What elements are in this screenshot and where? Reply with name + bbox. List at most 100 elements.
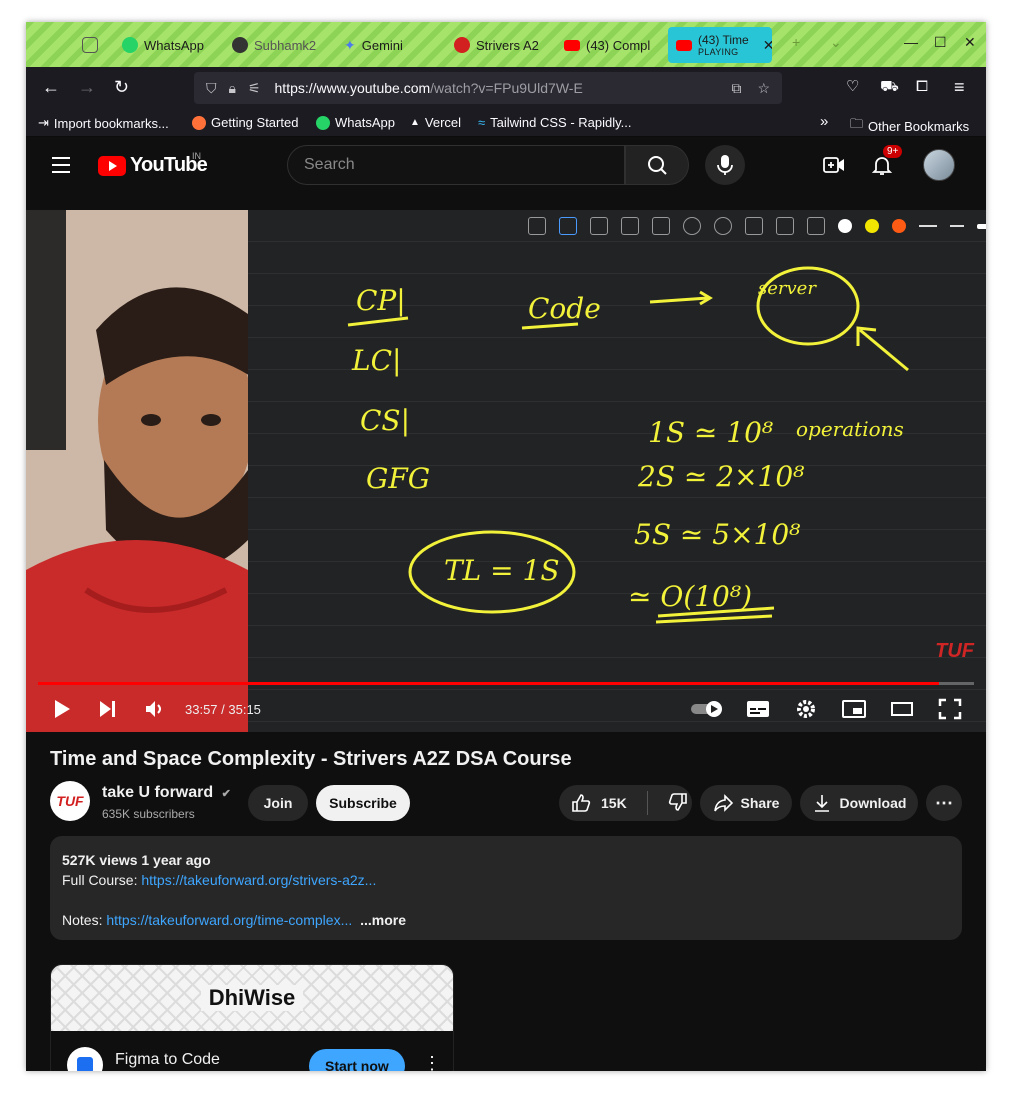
next-icon[interactable] bbox=[98, 698, 118, 720]
navigation-bar: ← → ↻ ⛉ 🔒︎ ⚟ https://www.youtube.com/wat… bbox=[26, 67, 986, 109]
channel-name-text: take U forward bbox=[102, 784, 214, 801]
voice-search-button[interactable] bbox=[705, 145, 745, 185]
board-text-cp: CP| bbox=[356, 284, 406, 317]
minimize-icon[interactable]: — bbox=[904, 34, 918, 50]
extensions-icon[interactable]: ⧠ bbox=[916, 77, 928, 97]
search-icon bbox=[648, 156, 667, 175]
sponsored-ad-card[interactable]: DhiWise Figma to Code Start now ⋮ bbox=[50, 964, 454, 1071]
tab-active-video[interactable]: (43) Time PLAYING ✕ bbox=[668, 27, 772, 63]
bookmark-import[interactable]: ⇥ Import bookmarks... bbox=[38, 115, 169, 131]
channel-logo[interactable]: TUF bbox=[50, 781, 90, 821]
firefox-icon bbox=[192, 115, 206, 130]
gemini-icon: ✦ bbox=[344, 36, 356, 53]
youtube-logo[interactable]: YouTube bbox=[98, 154, 208, 177]
import-icon: ⇥ bbox=[38, 115, 49, 130]
pocket-icon[interactable]: ♡ bbox=[846, 77, 859, 97]
guide-menu-icon[interactable] bbox=[52, 157, 70, 178]
thumbs-down-icon bbox=[668, 792, 687, 811]
subscribe-button[interactable]: Subscribe bbox=[316, 785, 410, 821]
url-bar[interactable]: ⛉ 🔒︎ ⚟ https://www.youtube.com/watch?v=F… bbox=[194, 72, 782, 104]
search-input[interactable]: Search bbox=[287, 145, 625, 185]
tab-github[interactable]: Subhamk2 bbox=[232, 30, 324, 60]
close-window-icon[interactable]: ✕ bbox=[964, 34, 976, 51]
tailwind-icon: ≈ bbox=[478, 115, 486, 130]
video-title: Time and Space Complexity - Strivers A2Z… bbox=[50, 748, 572, 770]
full-course-link[interactable]: https://takeuforward.org/strivers-a2z... bbox=[141, 872, 376, 888]
full-course-line: Full Course: https://takeuforward.org/st… bbox=[62, 870, 950, 890]
tab-gemini[interactable]: ✦ Gemini bbox=[344, 30, 434, 60]
board-text-cs: CS| bbox=[360, 404, 410, 437]
progress-bar[interactable] bbox=[38, 682, 974, 685]
back-icon[interactable]: ← bbox=[42, 77, 60, 97]
autoplay-toggle-icon[interactable] bbox=[690, 698, 726, 720]
bookmark-star-icon[interactable]: ☆ bbox=[757, 80, 770, 97]
maximize-icon[interactable]: ☐ bbox=[934, 34, 947, 51]
tab-whatsapp[interactable]: WhatsApp bbox=[122, 30, 222, 60]
tab-label: (43) Compl bbox=[586, 37, 651, 53]
tab-label: Gemini bbox=[361, 37, 403, 53]
like-button[interactable]: 15K bbox=[571, 793, 627, 813]
youtube-icon bbox=[676, 39, 692, 51]
more-bookmarks-icon[interactable]: » bbox=[820, 113, 828, 130]
url-text[interactable]: https://www.youtube.com/watch?v=FPu9Uld7… bbox=[275, 80, 583, 96]
reader-view-icon[interactable]: ⧉ bbox=[731, 80, 741, 97]
board-text-time-limit: TL = 1S bbox=[444, 554, 560, 587]
download-button[interactable]: Download bbox=[800, 785, 918, 821]
bookmark-vercel[interactable]: ▲ Vercel bbox=[410, 115, 461, 130]
tab-group-icon bbox=[82, 37, 98, 53]
ad-brand-logo: DhiWise bbox=[200, 985, 304, 1011]
tab-youtube-complexity[interactable]: (43) Compl bbox=[564, 30, 656, 60]
fullscreen-icon[interactable] bbox=[938, 698, 962, 720]
bookmark-tailwind[interactable]: ≈ Tailwind CSS - Rapidly... bbox=[478, 115, 632, 130]
tab-label: Subhamk2 bbox=[254, 37, 317, 53]
subtitles-icon[interactable] bbox=[746, 698, 770, 720]
bookmark-other-folder[interactable]: 🗀︎ Other Bookmarks bbox=[850, 115, 969, 137]
shield-icon[interactable]: ⛉ bbox=[206, 80, 217, 97]
tuf-watermark: TUF bbox=[935, 640, 974, 662]
create-video-icon[interactable] bbox=[822, 153, 846, 177]
lock-icon[interactable]: 🔒︎ bbox=[229, 80, 236, 97]
container-icon[interactable]: ⛟ bbox=[880, 77, 899, 97]
bookmark-getting-started[interactable]: Getting Started bbox=[192, 115, 298, 130]
join-button[interactable]: Join bbox=[248, 785, 308, 821]
dislike-button[interactable] bbox=[668, 792, 688, 815]
board-text-2s: 2S ≃ 2×10⁸ bbox=[637, 460, 805, 493]
tuf-icon bbox=[454, 37, 470, 53]
close-tab-icon[interactable]: ✕ bbox=[763, 37, 772, 54]
tab-overview-icon[interactable] bbox=[82, 30, 100, 60]
progress-bar-played bbox=[38, 682, 940, 685]
reload-icon[interactable]: ↻ bbox=[114, 77, 129, 97]
video-player[interactable]: CP| LC| CS| GFG Code server 1S ≃ 10⁸ ope… bbox=[26, 210, 986, 732]
channel-name[interactable]: take U forward ✔ bbox=[102, 784, 231, 802]
account-avatar[interactable] bbox=[923, 149, 955, 181]
permissions-icon[interactable]: ⚟ bbox=[248, 80, 261, 97]
menu-icon[interactable]: ≡ bbox=[954, 77, 965, 97]
play-icon[interactable] bbox=[52, 698, 72, 720]
description-box[interactable]: 527K views 1 year ago Full Course: https… bbox=[50, 836, 962, 940]
microphone-icon bbox=[717, 155, 733, 175]
tab-strivers[interactable]: Strivers A2 bbox=[454, 30, 544, 60]
more-actions-button[interactable]: ⋯ bbox=[926, 785, 962, 821]
ad-cta-button[interactable]: Start now bbox=[309, 1049, 405, 1071]
bookmark-whatsapp[interactable]: WhatsApp bbox=[316, 115, 395, 130]
youtube-icon bbox=[564, 39, 580, 51]
vercel-icon: ▲ bbox=[410, 117, 420, 128]
ad-banner[interactable]: DhiWise bbox=[51, 965, 453, 1031]
share-button[interactable]: Share bbox=[700, 785, 792, 821]
notes-line: Notes: https://takeuforward.org/time-com… bbox=[62, 910, 950, 930]
volume-icon[interactable] bbox=[144, 698, 166, 720]
forward-icon[interactable]: → bbox=[78, 77, 96, 97]
bookmark-label: Tailwind CSS - Rapidly... bbox=[490, 115, 632, 130]
settings-gear-icon[interactable] bbox=[794, 698, 818, 720]
ad-more-vertical-icon[interactable]: ⋮ bbox=[423, 1053, 441, 1071]
theater-mode-icon[interactable] bbox=[890, 698, 914, 720]
miniplayer-icon[interactable] bbox=[842, 698, 866, 720]
list-tabs-icon[interactable]: ⌄ bbox=[830, 34, 842, 51]
youtube-header: YouTube IN Search 9+ bbox=[26, 137, 986, 193]
show-more-button[interactable]: ...more bbox=[360, 912, 406, 928]
notes-link[interactable]: https://takeuforward.org/time-complex... bbox=[106, 912, 352, 928]
whatsapp-icon bbox=[316, 115, 330, 130]
search-button[interactable] bbox=[625, 145, 689, 185]
new-tab-icon[interactable]: + bbox=[792, 34, 800, 50]
